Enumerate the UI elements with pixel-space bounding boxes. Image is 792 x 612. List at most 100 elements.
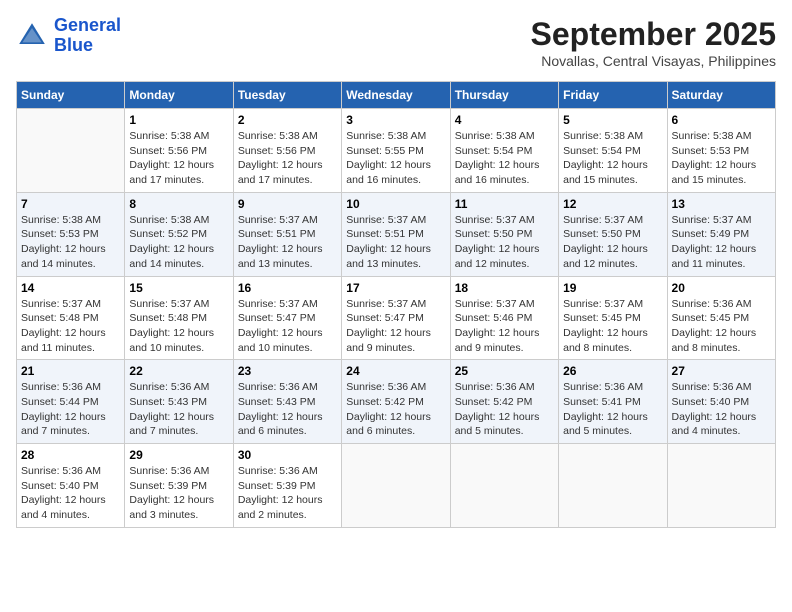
weekday-header-monday: Monday	[125, 82, 233, 109]
calendar-cell: 6 Sunrise: 5:38 AM Sunset: 5:53 PM Daylig…	[667, 109, 775, 193]
calendar-cell	[342, 444, 450, 528]
day-info: Sunrise: 5:36 AM Sunset: 5:43 PM Dayligh…	[238, 380, 337, 439]
calendar-cell: 22 Sunrise: 5:36 AM Sunset: 5:43 PM Dayli…	[125, 360, 233, 444]
day-number: 21	[21, 364, 120, 378]
day-info: Sunrise: 5:38 AM Sunset: 5:56 PM Dayligh…	[238, 129, 337, 188]
weekday-header-thursday: Thursday	[450, 82, 558, 109]
calendar-cell: 11Sunrise: 5:37 AM Sunset: 5:50 PM Dayli…	[450, 192, 558, 276]
calendar-week-row: 7 Sunrise: 5:38 AM Sunset: 5:53 PM Daylig…	[17, 192, 776, 276]
day-info: Sunrise: 5:36 AM Sunset: 5:39 PM Dayligh…	[129, 464, 228, 523]
day-info: Sunrise: 5:38 AM Sunset: 5:55 PM Dayligh…	[346, 129, 445, 188]
day-number: 15	[129, 281, 228, 295]
calendar-cell: 3 Sunrise: 5:38 AM Sunset: 5:55 PM Daylig…	[342, 109, 450, 193]
title-block: September 2025 Novallas, Central Visayas…	[531, 16, 776, 69]
weekday-header-sunday: Sunday	[17, 82, 125, 109]
calendar-cell: 27Sunrise: 5:36 AM Sunset: 5:40 PM Dayli…	[667, 360, 775, 444]
day-info: Sunrise: 5:36 AM Sunset: 5:41 PM Dayligh…	[563, 380, 662, 439]
day-number: 24	[346, 364, 445, 378]
calendar-week-row: 21 Sunrise: 5:36 AM Sunset: 5:44 PM Dayli…	[17, 360, 776, 444]
calendar-cell: 29 Sunrise: 5:36 AM Sunset: 5:39 PM Dayli…	[125, 444, 233, 528]
day-number: 27	[672, 364, 771, 378]
calendar-cell: 17 Sunrise: 5:37 AM Sunset: 5:47 PM Dayli…	[342, 276, 450, 360]
day-info: Sunrise: 5:36 AM Sunset: 5:42 PM Dayligh…	[346, 380, 445, 439]
day-number: 3	[346, 113, 445, 127]
day-info: Sunrise: 5:37 AM Sunset: 5:49 PM Dayligh…	[672, 213, 771, 272]
day-info: Sunrise: 5:37 AM Sunset: 5:48 PM Dayligh…	[21, 297, 120, 356]
location-subtitle: Novallas, Central Visayas, Philippines	[531, 53, 776, 69]
calendar-cell: 12 Sunrise: 5:37 AM Sunset: 5:50 PM Dayli…	[559, 192, 667, 276]
day-info: Sunrise: 5:37 AM Sunset: 5:48 PM Dayligh…	[129, 297, 228, 356]
day-number: 6	[672, 113, 771, 127]
calendar-cell: 2 Sunrise: 5:38 AM Sunset: 5:56 PM Daylig…	[233, 109, 341, 193]
day-number: 7	[21, 197, 120, 211]
day-info: Sunrise: 5:37 AM Sunset: 5:46 PM Dayligh…	[455, 297, 554, 356]
day-number: 13	[672, 197, 771, 211]
calendar-cell: 5Sunrise: 5:38 AM Sunset: 5:54 PM Daylig…	[559, 109, 667, 193]
calendar-cell: 4 Sunrise: 5:38 AM Sunset: 5:54 PM Daylig…	[450, 109, 558, 193]
calendar-cell: 21 Sunrise: 5:36 AM Sunset: 5:44 PM Dayli…	[17, 360, 125, 444]
calendar-cell: 19 Sunrise: 5:37 AM Sunset: 5:45 PM Dayli…	[559, 276, 667, 360]
weekday-header-saturday: Saturday	[667, 82, 775, 109]
calendar-cell: 14 Sunrise: 5:37 AM Sunset: 5:48 PM Dayli…	[17, 276, 125, 360]
calendar-table: SundayMondayTuesdayWednesdayThursdayFrid…	[16, 81, 776, 528]
calendar-cell: 16 Sunrise: 5:37 AM Sunset: 5:47 PM Dayli…	[233, 276, 341, 360]
day-info: Sunrise: 5:38 AM Sunset: 5:54 PM Dayligh…	[563, 129, 662, 188]
calendar-cell	[559, 444, 667, 528]
day-number: 12	[563, 197, 662, 211]
day-info: Sunrise: 5:36 AM Sunset: 5:40 PM Dayligh…	[21, 464, 120, 523]
day-number: 8	[129, 197, 228, 211]
day-info: Sunrise: 5:38 AM Sunset: 5:53 PM Dayligh…	[21, 213, 120, 272]
calendar-cell: 1Sunrise: 5:38 AM Sunset: 5:56 PM Daylig…	[125, 109, 233, 193]
calendar-cell: 10Sunrise: 5:37 AM Sunset: 5:51 PM Dayli…	[342, 192, 450, 276]
calendar-cell	[450, 444, 558, 528]
calendar-cell: 7 Sunrise: 5:38 AM Sunset: 5:53 PM Daylig…	[17, 192, 125, 276]
calendar-cell: 9 Sunrise: 5:37 AM Sunset: 5:51 PM Daylig…	[233, 192, 341, 276]
day-number: 28	[21, 448, 120, 462]
day-number: 22	[129, 364, 228, 378]
calendar-cell: 20 Sunrise: 5:36 AM Sunset: 5:45 PM Dayli…	[667, 276, 775, 360]
day-number: 14	[21, 281, 120, 295]
weekday-header-tuesday: Tuesday	[233, 82, 341, 109]
day-number: 30	[238, 448, 337, 462]
calendar-cell: 28 Sunrise: 5:36 AM Sunset: 5:40 PM Dayli…	[17, 444, 125, 528]
day-number: 16	[238, 281, 337, 295]
calendar-cell: 8 Sunrise: 5:38 AM Sunset: 5:52 PM Daylig…	[125, 192, 233, 276]
weekday-header-wednesday: Wednesday	[342, 82, 450, 109]
day-number: 1	[129, 113, 228, 127]
calendar-cell: 13 Sunrise: 5:37 AM Sunset: 5:49 PM Dayli…	[667, 192, 775, 276]
calendar-week-row: 28 Sunrise: 5:36 AM Sunset: 5:40 PM Dayli…	[17, 444, 776, 528]
day-number: 18	[455, 281, 554, 295]
day-info: Sunrise: 5:37 AM Sunset: 5:47 PM Dayligh…	[346, 297, 445, 356]
day-number: 29	[129, 448, 228, 462]
calendar-header-row: SundayMondayTuesdayWednesdayThursdayFrid…	[17, 82, 776, 109]
page-header: General Blue September 2025 Novallas, Ce…	[16, 16, 776, 69]
day-info: Sunrise: 5:37 AM Sunset: 5:50 PM Dayligh…	[563, 213, 662, 272]
day-info: Sunrise: 5:36 AM Sunset: 5:45 PM Dayligh…	[672, 297, 771, 356]
day-info: Sunrise: 5:36 AM Sunset: 5:42 PM Dayligh…	[455, 380, 554, 439]
day-number: 17	[346, 281, 445, 295]
day-number: 10	[346, 197, 445, 211]
day-info: Sunrise: 5:36 AM Sunset: 5:43 PM Dayligh…	[129, 380, 228, 439]
day-info: Sunrise: 5:37 AM Sunset: 5:50 PM Dayligh…	[455, 213, 554, 272]
calendar-cell: 18 Sunrise: 5:37 AM Sunset: 5:46 PM Dayli…	[450, 276, 558, 360]
calendar-cell: 23Sunrise: 5:36 AM Sunset: 5:43 PM Dayli…	[233, 360, 341, 444]
logo-line2: Blue	[54, 35, 93, 55]
day-info: Sunrise: 5:37 AM Sunset: 5:47 PM Dayligh…	[238, 297, 337, 356]
logo: General Blue	[16, 16, 121, 56]
day-info: Sunrise: 5:36 AM Sunset: 5:39 PM Dayligh…	[238, 464, 337, 523]
weekday-header-friday: Friday	[559, 82, 667, 109]
day-info: Sunrise: 5:37 AM Sunset: 5:45 PM Dayligh…	[563, 297, 662, 356]
day-number: 26	[563, 364, 662, 378]
day-number: 19	[563, 281, 662, 295]
day-number: 4	[455, 113, 554, 127]
day-number: 20	[672, 281, 771, 295]
day-info: Sunrise: 5:38 AM Sunset: 5:54 PM Dayligh…	[455, 129, 554, 188]
calendar-cell: 30 Sunrise: 5:36 AM Sunset: 5:39 PM Dayli…	[233, 444, 341, 528]
day-info: Sunrise: 5:37 AM Sunset: 5:51 PM Dayligh…	[238, 213, 337, 272]
day-info: Sunrise: 5:38 AM Sunset: 5:53 PM Dayligh…	[672, 129, 771, 188]
day-info: Sunrise: 5:38 AM Sunset: 5:52 PM Dayligh…	[129, 213, 228, 272]
day-info: Sunrise: 5:36 AM Sunset: 5:44 PM Dayligh…	[21, 380, 120, 439]
day-number: 2	[238, 113, 337, 127]
day-number: 9	[238, 197, 337, 211]
calendar-cell	[667, 444, 775, 528]
